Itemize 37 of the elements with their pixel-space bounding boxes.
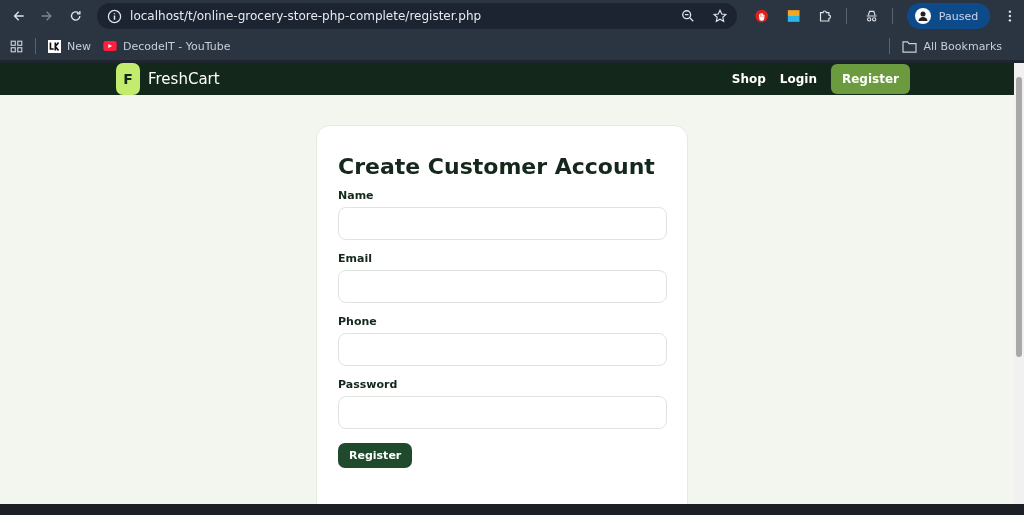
zoom-icon[interactable] — [681, 9, 696, 23]
extension-icon[interactable] — [786, 9, 801, 23]
apps-grid-icon[interactable] — [10, 39, 23, 53]
input-field[interactable] — [338, 396, 667, 429]
hand-icon[interactable] — [755, 9, 769, 23]
field-label: Name — [338, 189, 375, 202]
nav-link[interactable]: Login — [779, 72, 817, 86]
puzzle-icon[interactable] — [818, 9, 832, 23]
nav-link[interactable]: Shop — [731, 72, 766, 86]
site-icon — [48, 39, 61, 53]
avatar-icon — [914, 8, 931, 24]
all-bookmarks-link[interactable]: All Bookmarks — [902, 39, 1002, 53]
scrollbar[interactable] — [1014, 63, 1024, 504]
back-icon[interactable] — [12, 9, 26, 23]
folder-icon — [902, 39, 918, 53]
field-label: Email — [338, 252, 373, 265]
forward-icon[interactable] — [40, 9, 54, 23]
menu-icon[interactable] — [1008, 9, 1012, 23]
star-icon[interactable] — [713, 9, 728, 23]
logo-badge[interactable]: F — [116, 63, 140, 95]
field-label: Phone — [338, 315, 378, 328]
bookmark-link[interactable]: New — [48, 39, 91, 53]
input-field[interactable] — [338, 333, 667, 366]
info-icon[interactable] — [107, 8, 123, 24]
address-bar[interactable]: localhost/t/online-grocery-store-php-complete/register.php — [97, 3, 738, 29]
form-title: Create Customer Account — [338, 154, 656, 179]
register-button[interactable]: Register — [338, 443, 413, 468]
profile-button[interactable]: Paused — [906, 3, 991, 29]
brand-name[interactable]: FreshCart — [148, 70, 220, 88]
field-label: Password — [338, 378, 399, 391]
input-field[interactable] — [338, 207, 667, 240]
reload-icon[interactable] — [68, 9, 83, 23]
bookmark-link[interactable]: DecodeIT - YouTube — [103, 39, 231, 53]
play-icon — [103, 41, 117, 51]
incognito-icon[interactable] — [864, 9, 878, 23]
input-field[interactable] — [338, 270, 667, 303]
url-text: localhost/t/online-grocery-store-php-complete/register.php — [130, 9, 483, 23]
